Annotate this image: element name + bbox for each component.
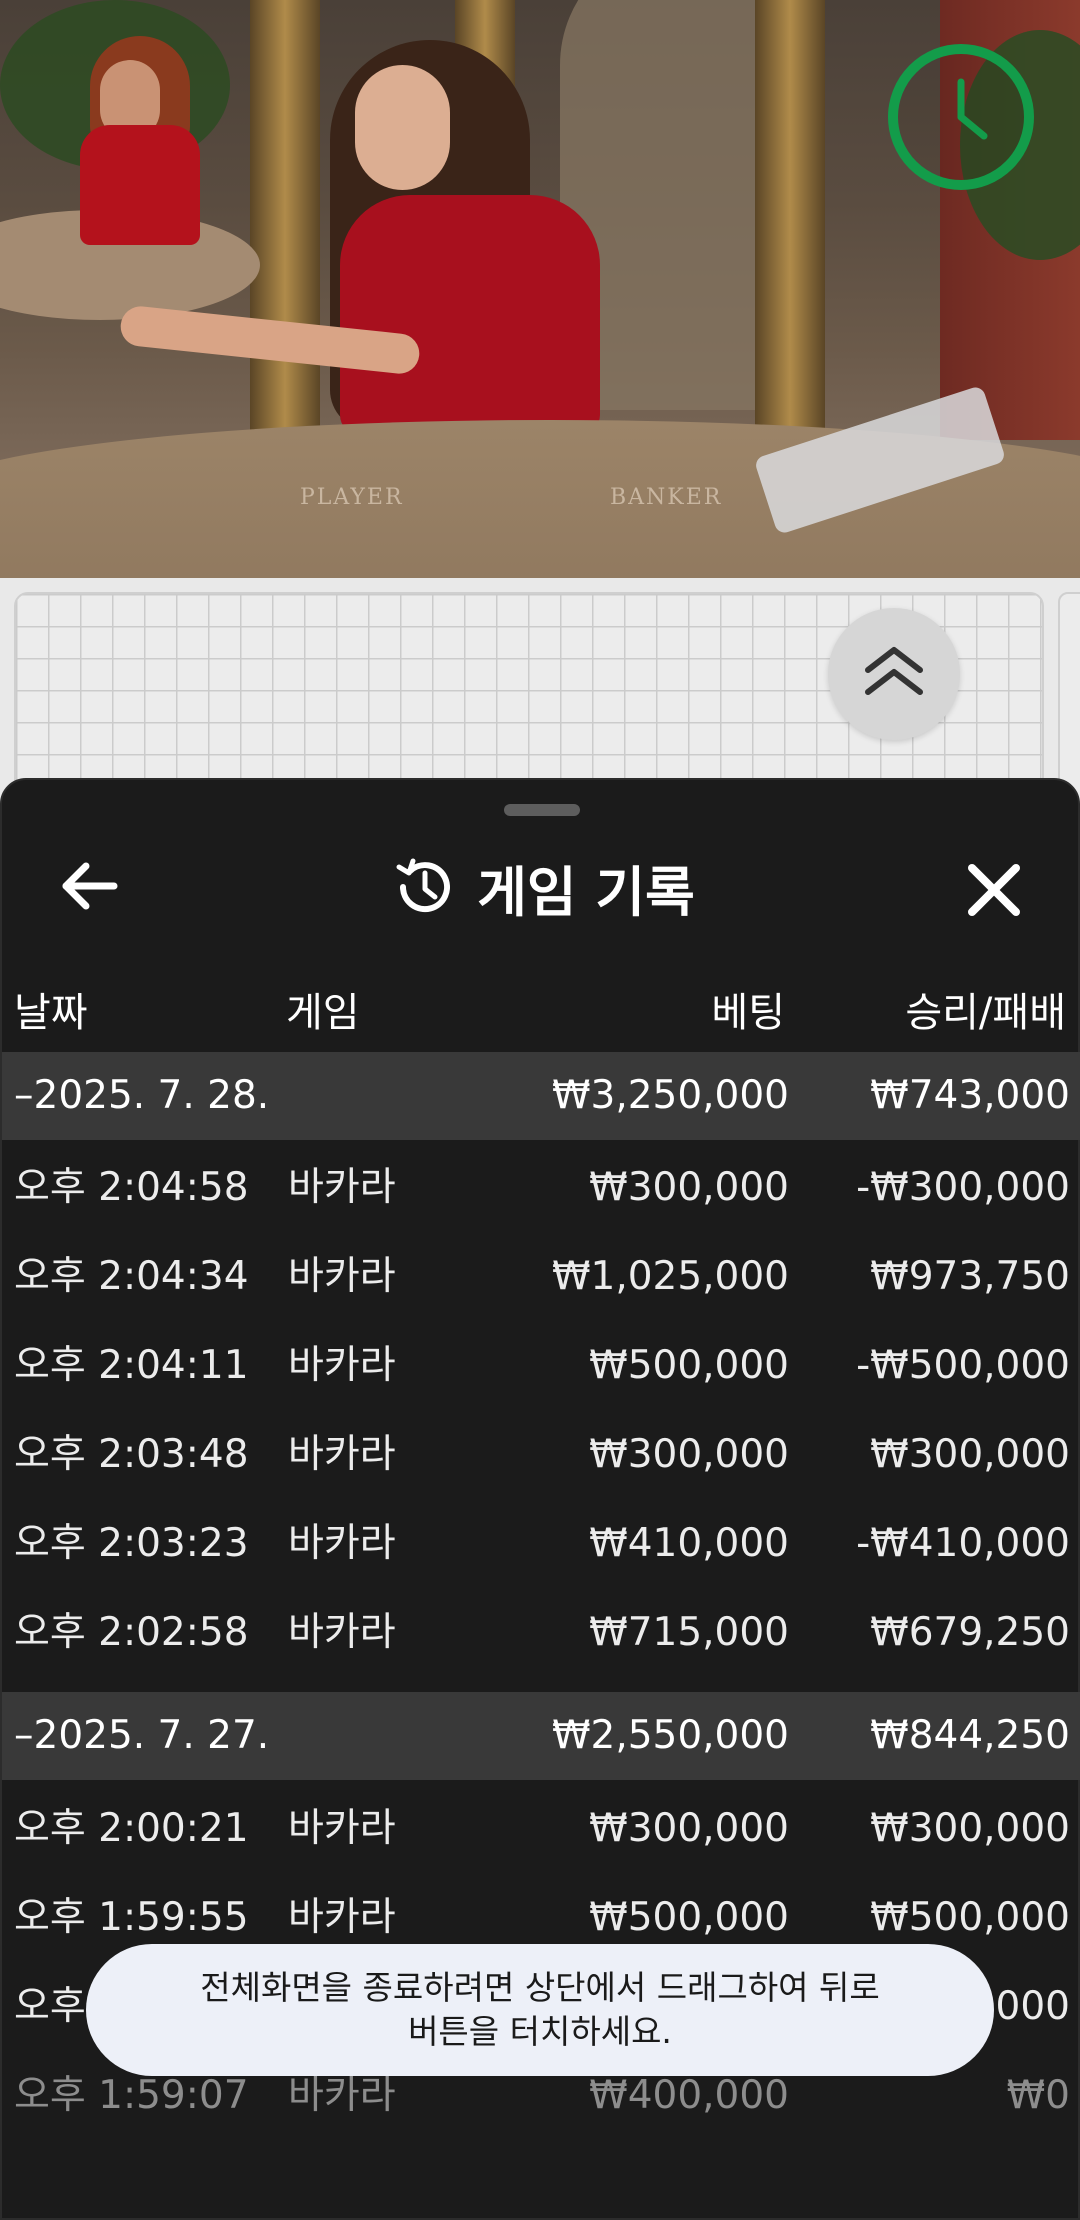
history-icon <box>396 858 451 913</box>
toast-line-2: 버튼을 터치하세요. <box>408 2012 672 2051</box>
fullscreen-exit-toast: 전체화면을 종료하려면 상단에서 드래그하여 뒤로 버튼을 터치하세요. <box>86 1944 994 2076</box>
date-group-header[interactable]: –2025. 7. 28. ₩3,250,000 ₩743,000 <box>2 1052 1080 1140</box>
table-row[interactable]: 오후 2:03:48 바카라 ₩300,000 ₩300,000 <box>2 1411 1080 1499</box>
row-result: ₩0 <box>1006 2073 1070 2118</box>
row-bet: ₩300,000 <box>589 1432 789 1477</box>
date-total-result: ₩743,000 <box>870 1073 1070 1118</box>
double-chevron-up-icon <box>865 647 923 695</box>
row-time: 오후 2:04:58 <box>14 1165 249 1210</box>
drag-handle[interactable] <box>504 804 580 816</box>
row-result: ₩300,000 <box>870 1432 1070 1477</box>
row-bet: ₩715,000 <box>589 1610 789 1655</box>
row-game: 바카라 <box>288 1610 396 1655</box>
row-time: 오후 2:00:21 <box>14 1806 249 1851</box>
column-header-date: 날짜 <box>14 990 88 1036</box>
sheet-header: 게임 기록 <box>2 842 1080 932</box>
timer-clock-icon <box>888 44 1034 190</box>
row-game: 바카라 <box>288 1165 396 1210</box>
gold-pillar <box>250 0 320 470</box>
table-row[interactable]: 오후 2:02:58 바카라 ₩715,000 ₩679,250 <box>2 1589 1080 1677</box>
row-time: 오후 2:03:23 <box>14 1521 249 1566</box>
row-time: 오후 2:04:11 <box>14 1343 249 1388</box>
row-result: ₩679,250 <box>870 1610 1070 1655</box>
dealer-dress <box>340 195 600 435</box>
table-row[interactable]: 오후 2:03:23 바카라 ₩410,000 -₩410,000 <box>2 1500 1080 1588</box>
date-total-result: ₩844,250 <box>870 1713 1070 1758</box>
column-header-result: 승리/패배 <box>905 990 1066 1036</box>
close-button[interactable] <box>952 848 1036 932</box>
gold-pillar <box>755 0 825 470</box>
row-game: 바카라 <box>288 1432 396 1477</box>
row-bet: ₩500,000 <box>589 1343 789 1388</box>
row-time: 오후 2:04:34 <box>14 1254 249 1299</box>
row-result: 000 <box>995 1984 1070 2029</box>
toast-line-1: 전체화면을 종료하려면 상단에서 드래그하여 뒤로 <box>200 1968 880 2007</box>
table-row[interactable]: 오후 2:04:58 바카라 ₩300,000 -₩300,000 <box>2 1144 1080 1232</box>
live-video: PLAYER BANKER <box>0 0 1080 578</box>
date-total-bet: ₩2,550,000 <box>551 1713 789 1758</box>
row-game: 바카라 <box>288 1521 396 1566</box>
row-bet: ₩410,000 <box>589 1521 789 1566</box>
dealer-face <box>355 65 450 190</box>
row-result: -₩410,000 <box>856 1521 1070 1566</box>
column-header-bet: 베팅 <box>711 990 785 1036</box>
row-result: ₩300,000 <box>870 1806 1070 1851</box>
table-row[interactable]: 오후 2:04:11 바카라 ₩500,000 -₩500,000 <box>2 1322 1080 1410</box>
row-bet: ₩300,000 <box>589 1806 789 1851</box>
row-time: 오후 2:03:48 <box>14 1432 249 1477</box>
date-total-bet: ₩3,250,000 <box>551 1073 789 1118</box>
table-row[interactable]: 오후 2:04:34 바카라 ₩1,025,000 ₩973,750 <box>2 1233 1080 1321</box>
close-icon <box>968 864 1020 916</box>
background-dealer-dress <box>80 125 200 245</box>
row-game: 바카라 <box>288 1806 396 1851</box>
date-label: –2025. 7. 28. <box>14 1073 270 1118</box>
table-banker-label: BANKER <box>610 485 723 510</box>
row-bet: ₩1,025,000 <box>551 1254 789 1299</box>
column-header-game: 게임 <box>286 990 360 1036</box>
row-result: -₩500,000 <box>856 1343 1070 1388</box>
expand-button[interactable] <box>828 608 960 740</box>
row-result: ₩973,750 <box>870 1254 1070 1299</box>
row-game: 바카라 <box>288 1254 396 1299</box>
row-result: -₩300,000 <box>856 1165 1070 1210</box>
row-bet: ₩300,000 <box>589 1165 789 1210</box>
table-row[interactable]: 오후 2:00:21 바카라 ₩300,000 ₩300,000 <box>2 1785 1080 1873</box>
page-title: 게임 기록 <box>477 860 695 924</box>
row-time: 오후 <box>14 1984 86 2029</box>
date-group-header[interactable]: –2025. 7. 27. ₩2,550,000 ₩844,250 <box>2 1692 1080 1780</box>
date-label: –2025. 7. 27. <box>14 1713 270 1758</box>
table-player-label: PLAYER <box>300 485 404 510</box>
row-time: 오후 2:02:58 <box>14 1610 249 1655</box>
row-game: 바카라 <box>288 1343 396 1388</box>
